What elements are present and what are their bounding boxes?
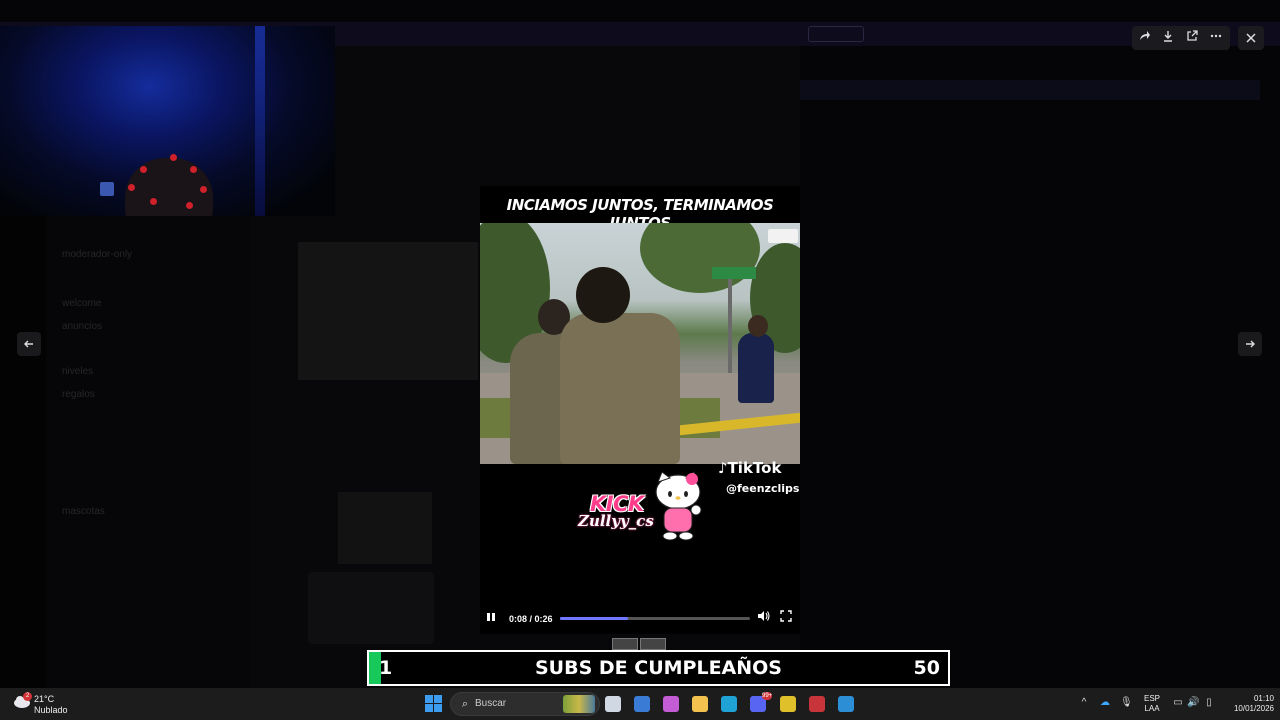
weather-badge: 2 [23, 692, 32, 701]
onedrive-cloud-icon[interactable]: ☁ [1098, 697, 1112, 708]
webcam-mask-dot [150, 198, 157, 205]
subs-goal-current: 1 [379, 657, 393, 679]
background-channel-item: niveles [62, 366, 94, 377]
edge-icon[interactable] [721, 696, 737, 712]
arrow-right-icon [1246, 340, 1255, 348]
store-icon[interactable] [634, 696, 650, 712]
search-highlight-image [563, 695, 595, 713]
clock-time: 01:10 [1253, 694, 1274, 703]
weather-condition[interactable]: Nublado [34, 705, 68, 715]
video-runner [738, 333, 774, 403]
next-media-button[interactable] [1238, 332, 1262, 356]
video-soldier [560, 313, 680, 464]
tiktok-watermark: ♪TikTok [718, 459, 781, 477]
clock-date: 10/01/2026 [1233, 704, 1274, 713]
pause-icon [487, 613, 495, 621]
media-thumbnail-strip[interactable] [612, 638, 666, 650]
webcam-mask-dot [186, 202, 193, 209]
windows-logo-icon [425, 704, 433, 712]
volume-icon [757, 611, 770, 621]
background-titlebar [0, 0, 1280, 22]
forward-icon[interactable] [1134, 28, 1156, 48]
subs-goal-label: SUBS DE CUMPLEAÑOS [535, 657, 782, 679]
background-channel-item: welcome [62, 298, 102, 309]
webcam-light-streak [255, 26, 265, 216]
video-channel-badge [768, 229, 798, 243]
close-icon [1246, 33, 1256, 43]
subs-goal-target: 50 [913, 657, 940, 679]
background-message-card [308, 572, 434, 644]
video-street-sign [712, 267, 756, 279]
network-icon[interactable]: ▭ [1172, 697, 1184, 708]
discord-notification-badge: 99+ [762, 692, 773, 700]
webcam-mask-dot [128, 184, 135, 191]
copilot-icon[interactable] [663, 696, 679, 712]
tiktok-handle: @feenzclips [726, 482, 800, 495]
background-channel-item: anuncios [62, 321, 103, 332]
background-members-bar [800, 80, 1260, 100]
app-blue-icon[interactable] [838, 696, 854, 712]
previous-media-button[interactable] [17, 332, 41, 356]
screen: moderador-only welcome anuncios niveles rega… [0, 0, 1280, 720]
webcam-blue-light [100, 182, 114, 196]
media-thumbnail[interactable] [640, 638, 666, 650]
arrow-left-icon [24, 340, 33, 348]
keyboard-layout: LAA [1144, 704, 1160, 713]
media-thumbnail[interactable] [612, 638, 638, 650]
taskbar-search-placeholder[interactable]: Buscar [475, 698, 506, 709]
search-icon: ⌕ [461, 698, 469, 710]
download-icon[interactable] [1157, 28, 1179, 48]
fullscreen-icon [780, 610, 792, 622]
background-message-image-2 [338, 492, 432, 564]
video-runner-head [748, 315, 768, 337]
background-members-panel [800, 46, 1280, 688]
pause-button[interactable] [482, 609, 500, 627]
app-red-icon[interactable] [809, 696, 825, 712]
subs-goal-bar: SUBS DE CUMPLEAÑOS 1 50 [367, 650, 950, 686]
tiktok-brand-text: TikTok [727, 459, 782, 477]
windows-logo-icon [425, 695, 433, 703]
video-time-display: 0:08 / 0:26 [509, 614, 553, 624]
video-tree [640, 223, 760, 293]
language-code: ESP [1144, 694, 1161, 703]
app-yellow-icon[interactable] [780, 696, 796, 712]
microphone-icon[interactable]: 🎙 [1120, 697, 1133, 708]
hello-kitty-icon [655, 471, 702, 541]
windows-logo-icon [434, 704, 442, 712]
background-channel-item: regalos [62, 389, 95, 400]
background-message-image [298, 242, 478, 380]
weather-temperature[interactable]: 21°C [34, 694, 54, 704]
background-banner-button [808, 26, 864, 42]
file-explorer-icon[interactable] [692, 696, 708, 712]
language-indicator[interactable]: ESP LAA [1144, 694, 1160, 714]
task-view-icon[interactable] [605, 696, 621, 712]
webcam-mask-dot [200, 186, 207, 193]
battery-icon[interactable]: ▯ [1203, 697, 1215, 708]
webcam-mask-dot [170, 154, 177, 161]
background-channel-item: mascotas [62, 506, 105, 517]
volume-button[interactable] [754, 609, 772, 627]
show-hidden-icons-chevron-icon[interactable]: ^ [1078, 697, 1090, 708]
webcam-overlay [0, 26, 335, 216]
tiktok-logo-icon: ♪ [718, 459, 728, 477]
video-seek-bar[interactable] [560, 617, 750, 620]
streamer-name-text: Zullyy_cs [578, 512, 654, 530]
windows-logo-icon [434, 695, 442, 703]
open-external-icon[interactable] [1181, 28, 1203, 48]
more-icon[interactable] [1205, 28, 1227, 48]
video-soldier-head [576, 267, 630, 323]
taskbar-clock[interactable]: 01:10 10/01/2026 [1222, 694, 1274, 714]
webcam-mask-dot [140, 166, 147, 173]
background-channel-item: moderador-only [62, 249, 133, 260]
close-button[interactable] [1238, 26, 1264, 50]
fullscreen-button[interactable] [777, 609, 795, 627]
speaker-icon[interactable]: 🔊 [1187, 697, 1199, 708]
webcam-mask-dot [190, 166, 197, 173]
video-seek-progress [560, 617, 629, 620]
video-frame[interactable] [480, 223, 800, 464]
start-button[interactable] [425, 695, 443, 713]
video-sign-pole [728, 273, 732, 373]
